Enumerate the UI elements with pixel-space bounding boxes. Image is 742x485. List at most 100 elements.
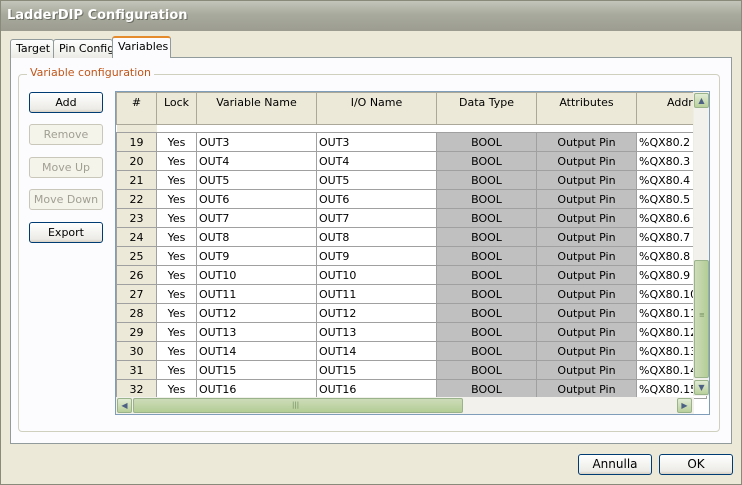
lock-cell[interactable]: Yes (156, 227, 197, 247)
io-name-cell[interactable]: OUT16 (316, 379, 437, 399)
scroll-up-arrow-icon[interactable]: ▲ (694, 93, 709, 108)
io-name-cell[interactable]: OUT13 (316, 322, 437, 342)
lock-cell[interactable]: Yes (156, 208, 197, 228)
col-header-data-type[interactable]: Data Type (436, 92, 537, 125)
lock-cell[interactable]: Yes (156, 265, 197, 285)
lock-cell[interactable]: Yes (156, 322, 197, 342)
col-header-num[interactable]: # (116, 92, 157, 125)
vertical-scroll-thumb[interactable]: ≡ (694, 260, 709, 378)
tab-target[interactable]: Target (10, 39, 54, 58)
io-name-cell[interactable]: OUT8 (316, 227, 437, 247)
col-header-io-name[interactable]: I/O Name (316, 92, 437, 125)
attributes-cell[interactable]: Output Pin (536, 227, 637, 247)
title-bar[interactable]: LadderDIP Configuration (1, 1, 741, 31)
data-type-cell[interactable]: BOOL (436, 265, 537, 285)
attributes-cell[interactable]: Output Pin (536, 132, 637, 152)
attributes-cell[interactable]: Output Pin (536, 284, 637, 304)
table-row[interactable]: 24 Yes OUT8 OUT8 BOOL Output Pin %QX80.7 (116, 227, 707, 247)
col-header-lock[interactable]: Lock (156, 92, 197, 125)
ok-button[interactable]: OK (659, 454, 733, 475)
io-name-cell[interactable]: OUT4 (316, 151, 437, 171)
data-type-cell[interactable]: BOOL (436, 379, 537, 399)
scroll-down-arrow-icon[interactable]: ▼ (694, 380, 709, 395)
io-name-cell[interactable]: OUT14 (316, 341, 437, 361)
data-type-cell[interactable]: BOOL (436, 227, 537, 247)
move-down-button[interactable]: Move Down (29, 189, 103, 210)
variable-name-cell[interactable]: OUT12 (196, 303, 317, 323)
variable-name-cell[interactable]: OUT3 (196, 132, 317, 152)
io-name-cell[interactable]: OUT15 (316, 360, 437, 380)
variable-name-cell[interactable]: OUT8 (196, 227, 317, 247)
table-row[interactable]: 20 Yes OUT4 OUT4 BOOL Output Pin %QX80.3 (116, 151, 707, 171)
io-name-cell[interactable]: OUT7 (316, 208, 437, 228)
variable-name-cell[interactable]: OUT6 (196, 189, 317, 209)
data-type-cell[interactable]: BOOL (436, 170, 537, 190)
table-row[interactable]: 22 Yes OUT6 OUT6 BOOL Output Pin %QX80.5 (116, 189, 707, 209)
variable-name-cell[interactable]: OUT14 (196, 341, 317, 361)
table-row[interactable]: 21 Yes OUT5 OUT5 BOOL Output Pin %QX80.4 (116, 170, 707, 190)
variable-name-cell[interactable]: OUT10 (196, 265, 317, 285)
col-header-attributes[interactable]: Attributes (536, 92, 637, 125)
table-row[interactable]: 26 Yes OUT10 OUT10 BOOL Output Pin %QX80.9 (116, 265, 707, 285)
io-name-cell[interactable]: OUT10 (316, 265, 437, 285)
variable-name-cell[interactable]: OUT16 (196, 379, 317, 399)
variables-grid[interactable]: # Lock Variable Name I/O Name Data Type … (115, 91, 710, 415)
data-type-cell[interactable]: BOOL (436, 303, 537, 323)
variable-name-cell[interactable]: OUT15 (196, 360, 317, 380)
lock-cell[interactable]: Yes (156, 246, 197, 266)
attributes-cell[interactable]: Output Pin (536, 170, 637, 190)
io-name-cell[interactable]: OUT3 (316, 132, 437, 152)
export-button[interactable]: Export (29, 222, 103, 243)
attributes-cell[interactable]: Output Pin (536, 341, 637, 361)
scroll-left-arrow-icon[interactable]: ◀ (117, 398, 132, 413)
io-name-cell[interactable]: OUT9 (316, 246, 437, 266)
move-up-button[interactable]: Move Up (29, 157, 103, 178)
horizontal-scrollbar[interactable]: ◀ ||| ▶ (116, 397, 694, 414)
table-row[interactable]: 19 Yes OUT3 OUT3 BOOL Output Pin %QX80.2 (116, 132, 707, 152)
variable-name-cell[interactable]: OUT13 (196, 322, 317, 342)
variable-name-cell[interactable]: OUT4 (196, 151, 317, 171)
io-name-cell[interactable]: OUT5 (316, 170, 437, 190)
data-type-cell[interactable]: BOOL (436, 208, 537, 228)
data-type-cell[interactable]: BOOL (436, 132, 537, 152)
attributes-cell[interactable]: Output Pin (536, 265, 637, 285)
attributes-cell[interactable]: Output Pin (536, 379, 637, 399)
table-row[interactable]: 29 Yes OUT13 OUT13 BOOL Output Pin %QX80.12 (116, 322, 707, 342)
attributes-cell[interactable]: Output Pin (536, 246, 637, 266)
tab-variables[interactable]: Variables (112, 36, 171, 58)
attributes-cell[interactable]: Output Pin (536, 151, 637, 171)
lock-cell[interactable]: Yes (156, 132, 197, 152)
scroll-right-arrow-icon[interactable]: ▶ (677, 398, 692, 413)
data-type-cell[interactable]: BOOL (436, 189, 537, 209)
io-name-cell[interactable]: OUT11 (316, 284, 437, 304)
data-type-cell[interactable]: BOOL (436, 151, 537, 171)
attributes-cell[interactable]: Output Pin (536, 322, 637, 342)
attributes-cell[interactable]: Output Pin (536, 360, 637, 380)
attributes-cell[interactable]: Output Pin (536, 189, 637, 209)
variable-name-cell[interactable]: OUT9 (196, 246, 317, 266)
data-type-cell[interactable]: BOOL (436, 246, 537, 266)
lock-cell[interactable]: Yes (156, 303, 197, 323)
table-row[interactable]: 30 Yes OUT14 OUT14 BOOL Output Pin %QX80.13 (116, 341, 707, 361)
horizontal-scroll-thumb[interactable]: ||| (133, 398, 463, 413)
cancel-button[interactable]: Annulla (578, 454, 652, 475)
table-row[interactable]: 31 Yes OUT15 OUT15 BOOL Output Pin %QX80.14 (116, 360, 707, 380)
lock-cell[interactable]: Yes (156, 284, 197, 304)
io-name-cell[interactable]: OUT12 (316, 303, 437, 323)
lock-cell[interactable]: Yes (156, 341, 197, 361)
table-row[interactable]: 27 Yes OUT11 OUT11 BOOL Output Pin %QX80.10 (116, 284, 707, 304)
tab-pin-config[interactable]: Pin Config (53, 39, 114, 58)
variable-name-cell[interactable]: OUT7 (196, 208, 317, 228)
table-row[interactable]: 23 Yes OUT7 OUT7 BOOL Output Pin %QX80.6 (116, 208, 707, 228)
lock-cell[interactable]: Yes (156, 189, 197, 209)
table-row[interactable]: 32 Yes OUT16 OUT16 BOOL Output Pin %QX80.15 (116, 379, 707, 399)
variable-name-cell[interactable]: OUT5 (196, 170, 317, 190)
attributes-cell[interactable]: Output Pin (536, 208, 637, 228)
io-name-cell[interactable]: OUT6 (316, 189, 437, 209)
data-type-cell[interactable]: BOOL (436, 284, 537, 304)
data-type-cell[interactable]: BOOL (436, 360, 537, 380)
vertical-scrollbar[interactable]: ▲ ≡ ▼ (693, 92, 709, 396)
lock-cell[interactable]: Yes (156, 151, 197, 171)
remove-button[interactable]: Remove (29, 124, 103, 145)
col-header-variable-name[interactable]: Variable Name (196, 92, 317, 125)
